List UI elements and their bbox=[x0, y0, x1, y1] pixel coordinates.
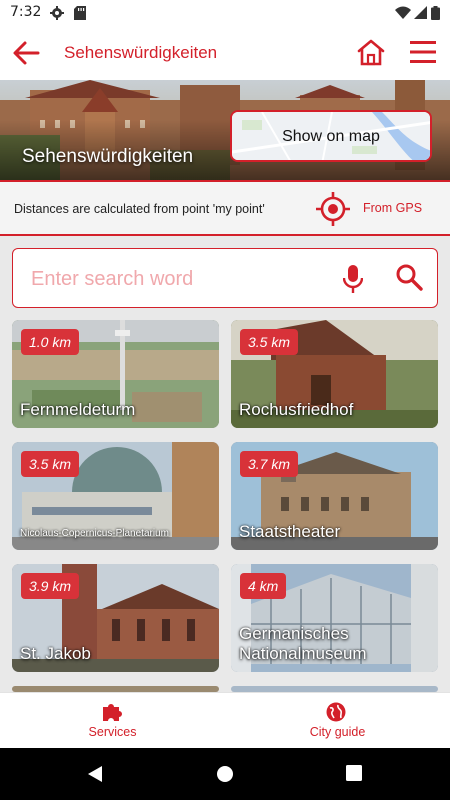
wifi-icon bbox=[395, 6, 411, 19]
back-arrow-icon[interactable] bbox=[12, 40, 40, 66]
search-placeholder: Enter search word bbox=[31, 268, 194, 290]
sight-name: Fernmeldeturm bbox=[20, 400, 136, 419]
nav-city-guide-label: City guide bbox=[309, 725, 366, 739]
distance-badge: 3.7 km bbox=[240, 451, 299, 477]
recents-square-icon[interactable] bbox=[346, 765, 362, 781]
status-time: 7:32 bbox=[10, 4, 42, 20]
sight-name: St. Jakob bbox=[20, 644, 91, 663]
distance-info-text: Distances are calculated from point 'my … bbox=[14, 202, 265, 216]
sight-tile-st-jakob[interactable]: 3.9 km St. Jakob bbox=[12, 564, 219, 672]
sight-tile-planetarium[interactable]: 3.5 km Nicolaus-Copernicus-Planetarium bbox=[12, 442, 219, 550]
bottom-navigation: Services City guide bbox=[0, 692, 450, 748]
status-bar: 7:32 bbox=[0, 0, 450, 26]
home-circle-icon[interactable] bbox=[216, 765, 234, 783]
hero-banner: Sehenswürdigkeiten Show on map bbox=[0, 80, 450, 180]
sight-name: Germanisches Nationalmuseum bbox=[239, 624, 367, 663]
distance-badge: 3.5 km bbox=[21, 451, 80, 477]
sight-name: Nicolaus-Copernicus-Planetarium bbox=[20, 528, 169, 539]
show-on-map-label: Show on map bbox=[282, 128, 380, 145]
nav-services[interactable]: Services bbox=[0, 693, 225, 749]
globe-icon bbox=[326, 702, 346, 722]
sight-tile-germanisches-nationalmuseum[interactable]: 4 km Germanisches Nationalmuseum bbox=[231, 564, 438, 672]
system-navigation-bar bbox=[0, 748, 450, 800]
distance-badge: 3.5 km bbox=[240, 329, 299, 355]
search-field[interactable]: Enter search word bbox=[12, 248, 438, 308]
gps-target-icon[interactable] bbox=[316, 192, 350, 226]
signal-icon bbox=[414, 6, 427, 19]
hero-title: Sehenswürdigkeiten bbox=[22, 146, 194, 167]
settings-icon bbox=[50, 6, 64, 20]
sd-card-icon bbox=[74, 6, 86, 20]
sight-tile-rochusfriedhof[interactable]: 3.5 km Rochusfriedhof bbox=[231, 320, 438, 428]
distance-badge: 1.0 km bbox=[21, 329, 80, 355]
puzzle-icon bbox=[103, 704, 122, 721]
microphone-icon[interactable] bbox=[343, 265, 363, 293]
page-title: Sehenswürdigkeiten bbox=[64, 43, 218, 62]
from-gps-button[interactable]: From GPS bbox=[363, 201, 422, 215]
app-bar: Sehenswürdigkeiten bbox=[0, 26, 450, 80]
distance-info-row: Distances are calculated from point 'my … bbox=[0, 182, 450, 234]
back-triangle-icon[interactable] bbox=[86, 765, 104, 783]
divider bbox=[0, 234, 450, 236]
home-icon[interactable] bbox=[356, 38, 386, 66]
sight-tile-staatstheater[interactable]: 3.7 km Staatstheater bbox=[231, 442, 438, 550]
distance-badge: 3.9 km bbox=[21, 573, 80, 599]
show-on-map-button[interactable]: Show on map bbox=[230, 110, 432, 162]
nav-services-label: Services bbox=[88, 725, 137, 739]
sight-name: Staatstheater bbox=[239, 522, 341, 541]
search-icon[interactable] bbox=[395, 263, 423, 291]
battery-icon bbox=[431, 6, 440, 20]
menu-icon[interactable] bbox=[410, 40, 436, 64]
sight-tile-fernmeldeturm[interactable]: 1.0 km Fernmeldeturm bbox=[12, 320, 219, 428]
nav-city-guide[interactable]: City guide bbox=[225, 693, 450, 749]
sight-name: Rochusfriedhof bbox=[239, 400, 354, 419]
distance-badge: 4 km bbox=[240, 573, 287, 599]
